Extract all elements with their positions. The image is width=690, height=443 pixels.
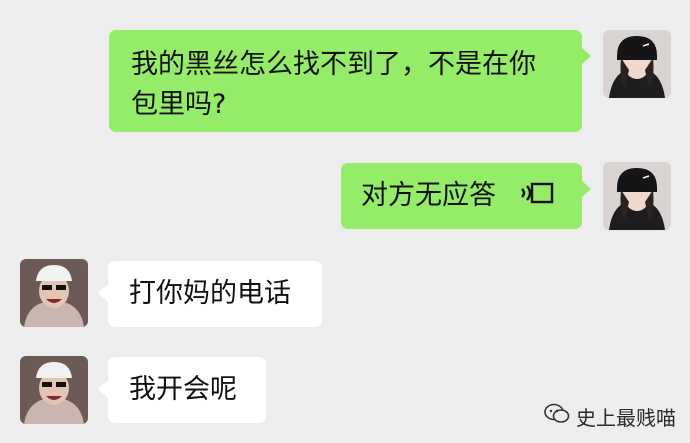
call-status-text: 对方无应答 [361, 180, 496, 211]
incoming-message-bubble[interactable]: 我开会呢 [108, 357, 266, 423]
message-text: 打你妈的电话 [129, 278, 291, 309]
sender-avatar[interactable] [603, 162, 671, 230]
contact-avatar[interactable] [20, 356, 88, 424]
watermark-text: 史上最贱喵 [576, 406, 676, 430]
bubble-tail [581, 180, 591, 198]
wechat-official-account-icon [544, 403, 570, 430]
bubble-tail [98, 284, 108, 302]
voice-call-icon [519, 177, 555, 217]
incoming-message-bubble[interactable]: 打你妈的电话 [108, 261, 322, 327]
watermark: 史上最贱喵 [544, 402, 676, 431]
outgoing-call-status-bubble[interactable]: 对方无应答 [341, 163, 582, 229]
contact-avatar[interactable] [20, 259, 88, 327]
sender-avatar[interactable] [603, 30, 671, 98]
message-text: 我开会呢 [129, 374, 237, 405]
outgoing-message-bubble[interactable]: 我的黑丝怎么找不到了，不是在你包里吗? [109, 30, 582, 132]
girl-avatar-image [603, 30, 671, 98]
man-avatar-image [20, 259, 88, 327]
message-text: 我的黑丝怎么找不到了，不是在你包里吗? [131, 49, 536, 120]
girl-avatar-image [603, 162, 671, 230]
bubble-tail [98, 380, 108, 398]
bubble-tail [581, 47, 591, 65]
man-avatar-image [20, 356, 88, 424]
